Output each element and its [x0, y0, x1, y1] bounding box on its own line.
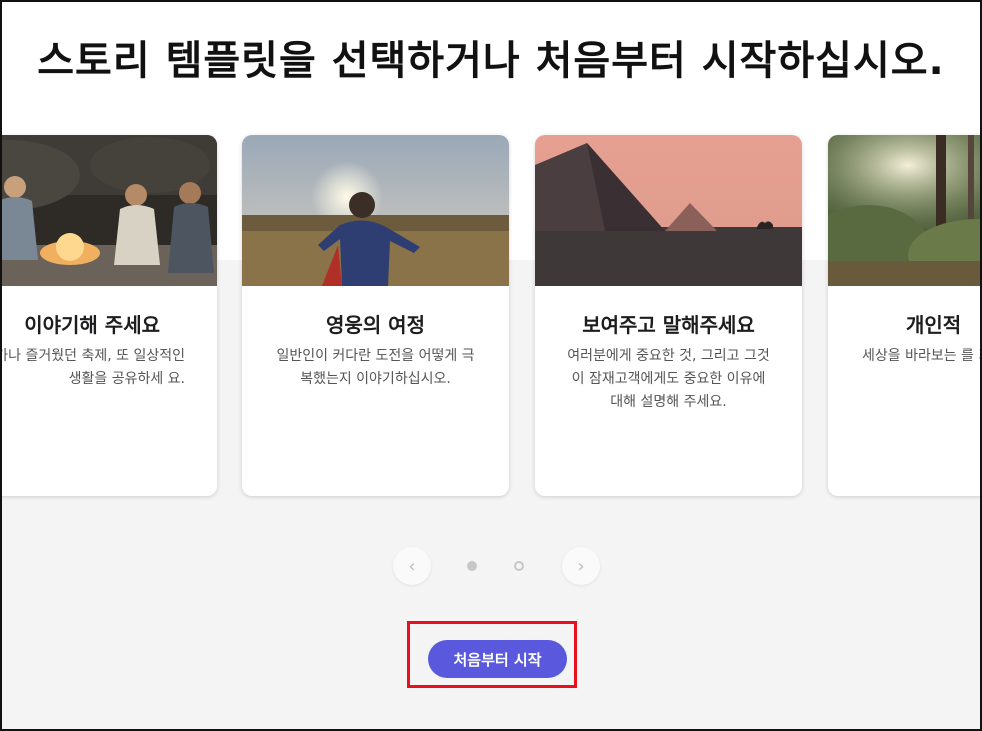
chevron-left-icon[interactable]: ‹: [393, 547, 431, 585]
pager-dot-1[interactable]: [467, 561, 477, 571]
chevron-right-icon[interactable]: ›: [562, 547, 600, 585]
card-title: 개인적: [906, 313, 962, 337]
template-carousel: 이야기해 주세요 족 휴가나 즐거웠던 축제, 또 일상적인 생활을 공유하세 …: [2, 135, 980, 500]
template-picker-window: 스토리 템플릿을 선택하거나 처음부터 시작하십시오. 이야기해 주세요 족 휴…: [0, 0, 982, 731]
template-card-show-and-tell[interactable]: 보여주고 말해주세요 여러분에게 중요한 것, 그리고 그것이 잠재고객에게도 …: [535, 135, 802, 496]
start-from-scratch-button[interactable]: 처음부터 시작: [428, 640, 567, 678]
card-title: 이야기해 주세요: [24, 313, 160, 337]
campfire-image: [2, 135, 217, 286]
pyramids-image: [535, 135, 802, 286]
card-description: 일반인이 커다란 도전을 어떻게 극복했는지 이야기하십시오.: [276, 348, 475, 387]
card-title: 보여주고 말해주세요: [582, 313, 755, 337]
wheat-field-image: [242, 135, 509, 286]
pager-dot-2[interactable]: [514, 561, 524, 571]
template-card-tell-a-story[interactable]: 이야기해 주세요 족 휴가나 즐거웠던 축제, 또 일상적인 생활을 공유하세 …: [2, 135, 217, 496]
template-card-heros-journey[interactable]: 영웅의 여정 일반인이 커다란 도전을 어떻게 극복했는지 이야기하십시오.: [242, 135, 509, 496]
card-description: 족 휴가나 즐거웠던 축제, 또 일상적인 생활을 공유하세 요.: [2, 348, 185, 387]
forest-image: [828, 135, 980, 286]
page-title: 스토리 템플릿을 선택하거나 처음부터 시작하십시오.: [37, 38, 945, 84]
card-description: 세상을 바라보는 를 가져온 경험을 요.: [862, 348, 980, 364]
carousel-pager: ‹ ›: [2, 547, 980, 587]
card-title: 영웅의 여정: [326, 313, 425, 337]
template-card-personal[interactable]: 개인적 세상을 바라보는 를 가져온 경험을 요.: [828, 135, 980, 496]
card-description: 여러분에게 중요한 것, 그리고 그것이 잠재고객에게도 중요한 이유에 대해 …: [567, 348, 770, 410]
